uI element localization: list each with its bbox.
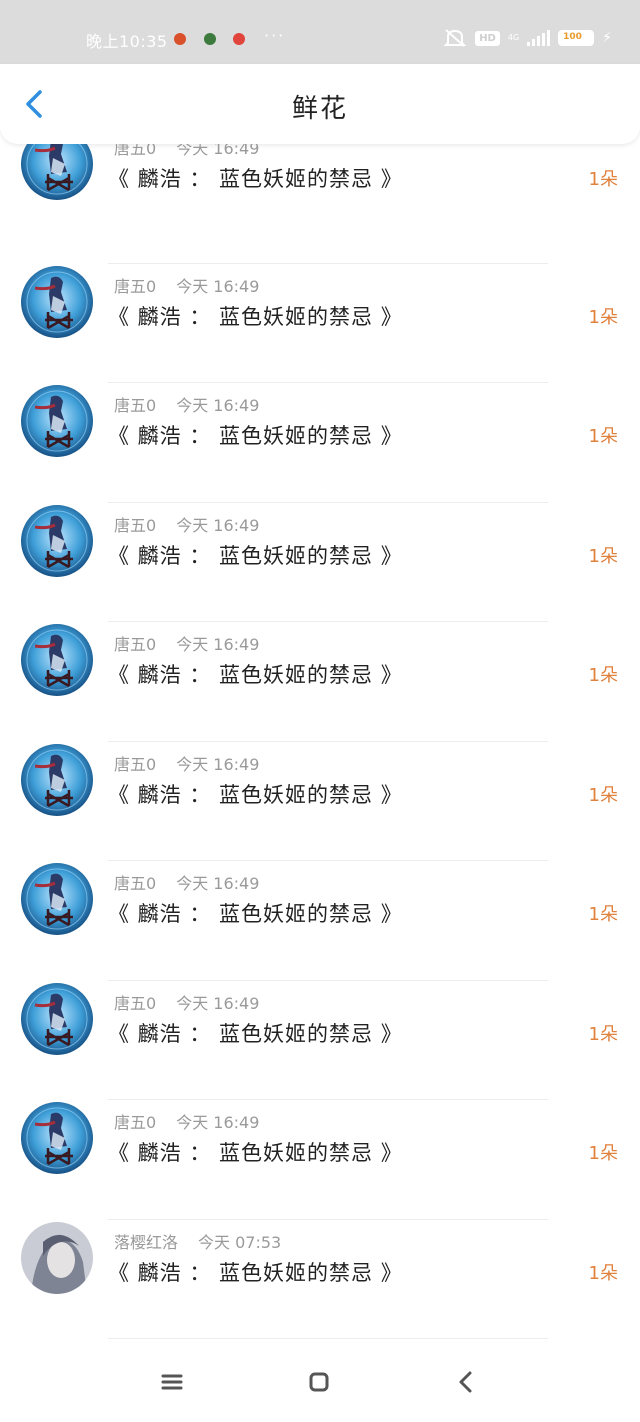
- battery-icon: 100: [558, 30, 595, 46]
- flower-count: 1朵: [588, 426, 618, 447]
- flower-count: 1朵: [588, 1143, 618, 1164]
- battery-level: 100: [563, 32, 582, 42]
- list-item[interactable]: 唐五0 今天 16:49 《 麟浩 ： 蓝色妖姬的禁忌 》 1朵: [0, 503, 640, 622]
- list-item[interactable]: 落樱红洛 今天 07:53 《 麟浩 ： 蓝色妖姬的禁忌 》 1朵: [0, 1220, 640, 1339]
- gift-meta: 唐五0 今天 16:49: [114, 144, 259, 159]
- flower-count: 1朵: [588, 1023, 618, 1045]
- list-item[interactable]: 唐五0 今天 16:49 《 麟浩 ： 蓝色妖姬的禁忌 》 1朵: [0, 861, 640, 981]
- list-item[interactable]: 唐五0 今天 16:49 《 麟浩 ： 蓝色妖姬的禁忌 》 1朵: [0, 622, 640, 742]
- gift-meta: 唐五0 今天 16:49: [114, 392, 259, 416]
- username[interactable]: 唐五0: [114, 874, 156, 893]
- timestamp: 今天 16:49: [176, 635, 260, 654]
- book-title[interactable]: 《 麟浩 ： 蓝色妖姬的禁忌 》: [108, 659, 403, 689]
- menu-icon: [161, 1374, 183, 1390]
- list-item[interactable]: 唐五0 今天 16:49 《 麟浩 ： 蓝色妖姬的禁忌 》 1朵: [0, 264, 640, 383]
- book-title[interactable]: 《 麟浩 ： 蓝色妖姬的禁忌 》: [108, 301, 403, 331]
- username[interactable]: 唐五0: [114, 755, 156, 774]
- avatar[interactable]: [21, 743, 93, 816]
- avatar[interactable]: [21, 504, 93, 577]
- timestamp: 今天 16:49: [176, 1113, 260, 1132]
- page-title: 鲜花: [291, 94, 348, 124]
- list-item[interactable]: 唐五0 今天 16:49 《 麟浩 ： 蓝色妖姬的禁忌 》 1朵: [0, 1100, 640, 1220]
- book-title[interactable]: 《 麟浩 ： 蓝色妖姬的禁忌 》: [108, 779, 403, 809]
- book-title[interactable]: 《 麟浩 ： 蓝色妖姬的禁忌 》: [108, 1137, 403, 1167]
- notification-icon-1: [174, 33, 186, 45]
- flower-count: 1朵: [588, 545, 618, 567]
- timestamp: 今天 07:53: [198, 1232, 282, 1252]
- avatar[interactable]: [21, 385, 93, 457]
- book-title[interactable]: 《 麟浩 ： 蓝色妖姬的禁忌 》: [108, 1018, 403, 1048]
- timestamp: 今天 16:49: [176, 993, 260, 1013]
- flower-count: 1朵: [588, 904, 618, 925]
- list-item[interactable]: 唐五0 今天 16:49 《 麟浩 ： 蓝色妖姬的禁忌 》 1朵: [0, 981, 640, 1100]
- username[interactable]: 唐五0: [114, 516, 156, 535]
- gift-meta: 唐五0 今天 16:49: [114, 751, 259, 775]
- status-indicators: HD 4G 100 ⚡: [443, 28, 612, 48]
- system-nav-bar: [0, 1342, 640, 1422]
- gift-meta: 唐五0 今天 16:49: [114, 631, 259, 655]
- row-divider: [108, 1338, 548, 1339]
- gift-meta: 唐五0 今天 16:49: [114, 990, 259, 1014]
- list-item[interactable]: 唐五0 今天 16:49 《 麟浩 ： 蓝色妖姬的禁忌 》 1朵: [0, 383, 640, 503]
- gift-meta: 落樱红洛 今天 07:53: [114, 1229, 281, 1253]
- flower-count: 1朵: [588, 169, 618, 190]
- timestamp: 今天 16:49: [176, 874, 260, 893]
- book-title[interactable]: 《 麟浩 ： 蓝色妖姬的禁忌 》: [108, 1257, 403, 1287]
- mute-icon: [443, 29, 467, 47]
- charging-icon: ⚡: [602, 30, 612, 46]
- timestamp: 今天 16:49: [176, 754, 260, 774]
- book-title[interactable]: 《 麟浩 ： 蓝色妖姬的禁忌 》: [108, 540, 403, 570]
- home-icon: [309, 1372, 329, 1392]
- flower-count: 1朵: [588, 665, 618, 686]
- list-item[interactable]: 唐五0 今天 16:49 《 麟浩 ： 蓝色妖姬的禁忌 》 1朵: [0, 742, 640, 861]
- avatar[interactable]: [21, 1221, 93, 1294]
- book-title[interactable]: 《 麟浩 ： 蓝色妖姬的禁忌 》: [108, 898, 403, 928]
- flower-count: 1朵: [588, 1262, 618, 1284]
- signal-icon: [527, 30, 551, 46]
- nav-back-button[interactable]: [450, 1366, 482, 1398]
- list-item[interactable]: 唐五0 今天 16:49 《 麟浩 ： 蓝色妖姬的禁忌 》 1朵: [0, 144, 640, 264]
- back-icon: [459, 1371, 472, 1393]
- notification-icon-2: [204, 33, 216, 45]
- timestamp: 今天 16:49: [176, 276, 260, 296]
- status-time: 晚上10:35: [86, 32, 168, 51]
- home-button[interactable]: [303, 1366, 335, 1398]
- network-type: 4G: [507, 33, 520, 42]
- username[interactable]: 唐五0: [114, 396, 156, 415]
- gift-meta: 唐五0 今天 16:49: [114, 1109, 259, 1133]
- flower-count: 1朵: [588, 306, 618, 328]
- avatar[interactable]: [21, 144, 93, 200]
- username[interactable]: 唐五0: [114, 277, 156, 296]
- gift-meta: 唐五0 今天 16:49: [114, 273, 259, 297]
- avatar[interactable]: [21, 982, 93, 1055]
- book-title[interactable]: 《 麟浩 ： 蓝色妖姬的禁忌 》: [108, 420, 403, 450]
- timestamp: 今天 16:49: [176, 515, 260, 535]
- avatar[interactable]: [21, 265, 93, 338]
- username[interactable]: 落樱红洛: [114, 1233, 178, 1252]
- avatar[interactable]: [21, 624, 93, 696]
- username[interactable]: 唐五0: [114, 635, 156, 654]
- menu-button[interactable]: [156, 1366, 188, 1398]
- username[interactable]: 唐五0: [114, 1113, 156, 1132]
- timestamp: 今天 16:49: [176, 144, 260, 158]
- gift-meta: 唐五0 今天 16:49: [114, 512, 259, 536]
- username[interactable]: 唐五0: [114, 994, 156, 1013]
- gift-meta: 唐五0 今天 16:49: [114, 870, 259, 894]
- app-header: 鲜花: [0, 64, 640, 144]
- username[interactable]: 唐五0: [114, 144, 156, 158]
- notification-icon-3: [233, 33, 245, 45]
- flower-count: 1朵: [588, 784, 618, 806]
- status-bar: 晚上10:35 ··· HD 4G 100 ⚡: [0, 0, 640, 64]
- hd-icon: HD: [475, 30, 500, 46]
- avatar[interactable]: [21, 1102, 93, 1174]
- timestamp: 今天 16:49: [176, 396, 260, 415]
- more-notifications-icon: ···: [264, 26, 286, 45]
- flower-gift-list[interactable]: 唐五0 今天 16:49 《 麟浩 ： 蓝色妖姬的禁忌 》 1朵 唐五0 今天 16…: [0, 144, 640, 1342]
- book-title[interactable]: 《 麟浩 ： 蓝色妖姬的禁忌 》: [108, 163, 403, 193]
- avatar[interactable]: [21, 863, 93, 935]
